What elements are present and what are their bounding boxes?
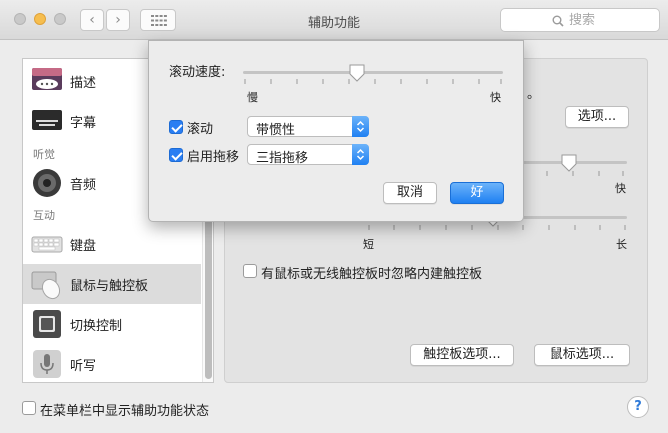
scroll-slow-label: 慢 [247,91,258,104]
trackpad-options-button[interactable]: 触控板选项... [410,344,514,366]
search-field[interactable] [500,8,660,32]
show-status-in-menubar-checkbox[interactable] [22,401,36,415]
ignore-trackpad-checkbox[interactable] [243,264,257,278]
dragging-mode-select[interactable]: 三指拖移 [247,144,369,166]
select-arrows [352,116,369,137]
sidebar-item-mouse-trackpad[interactable]: 鼠标与触控板 [23,264,201,304]
scrolling-mode-value: 带惯性 [256,123,296,138]
ok-button[interactable]: 好 [450,182,504,204]
select-arrows [352,144,369,165]
sidebar-item-label: 字幕 [70,116,97,131]
show-status-in-menubar-label: 在菜单栏中显示辅助功能状态 [40,404,210,419]
sidebar-item-label: 鼠标与触控板 [70,279,149,294]
search-input[interactable] [569,11,655,29]
sidebar-item-switch-control[interactable]: 切换控制 [23,304,201,344]
help-button[interactable]: ? [627,396,649,418]
sidebar-item-label: 听写 [70,359,97,374]
enable-dragging-label: 启用拖移 [187,150,240,165]
sidebar-item-label: 键盘 [70,239,97,254]
scroll-options-sheet: 滚动速度: 慢 快 滚动 带惯性 启用拖移 三指拖移 取消 好 [148,40,524,222]
ignore-trackpad-label: 有鼠标或无线触控板时忽略内建触控板 [261,267,483,282]
delay-long-label: 长 [616,238,627,251]
scroll-fast-label: 快 [490,91,501,104]
cancel-button[interactable]: 取消 [383,182,437,204]
sidebar-item-dictation[interactable]: 听写 [23,344,201,382]
up-down-chevron-icon [356,120,365,133]
scrolling-checkbox[interactable] [169,120,183,134]
enable-dragging-checkbox[interactable] [169,148,183,162]
switch-control-icon [33,310,61,338]
scrolling-label: 滚动 [187,122,214,137]
double-click-speed-thumb[interactable] [561,154,577,172]
up-down-chevron-icon [356,148,365,161]
mouse-options-button[interactable]: 鼠标选项... [534,344,630,366]
sidebar-item-keyboard[interactable]: 键盘 [23,224,201,264]
sidebar-header-hearing: 听觉 [33,148,55,161]
captions-icon [32,110,62,130]
speech-bubble-icon [32,68,62,90]
scroll-speed-label: 滚动速度: [169,65,226,80]
sidebar-scroll-thumb[interactable] [205,199,212,379]
scroll-speed-ticks [244,79,502,84]
scrolling-mode-select[interactable]: 带惯性 [247,116,369,138]
mouse-trackpad-icon [31,271,61,300]
options-button[interactable]: 选项... [565,106,629,128]
speed-fast-label: 快 [615,182,626,195]
sidebar-item-label: 切换控制 [70,319,123,334]
delay-short-label: 短 [363,238,374,251]
microphone-icon [33,350,61,378]
truncated-description-text: 。 [527,87,541,102]
sidebar-header-interaction: 互动 [33,209,55,222]
title-bar: ‹ › 辅助功能 [0,0,668,40]
speaker-icon [33,169,61,197]
sidebar-item-label: 音频 [70,178,97,193]
scroll-speed-track[interactable] [243,71,503,74]
sidebar-item-label: 描述 [70,76,97,91]
dragging-mode-value: 三指拖移 [256,151,309,166]
search-icon [552,15,564,27]
scroll-speed-thumb[interactable] [349,64,365,82]
keyboard-icon [31,236,63,253]
